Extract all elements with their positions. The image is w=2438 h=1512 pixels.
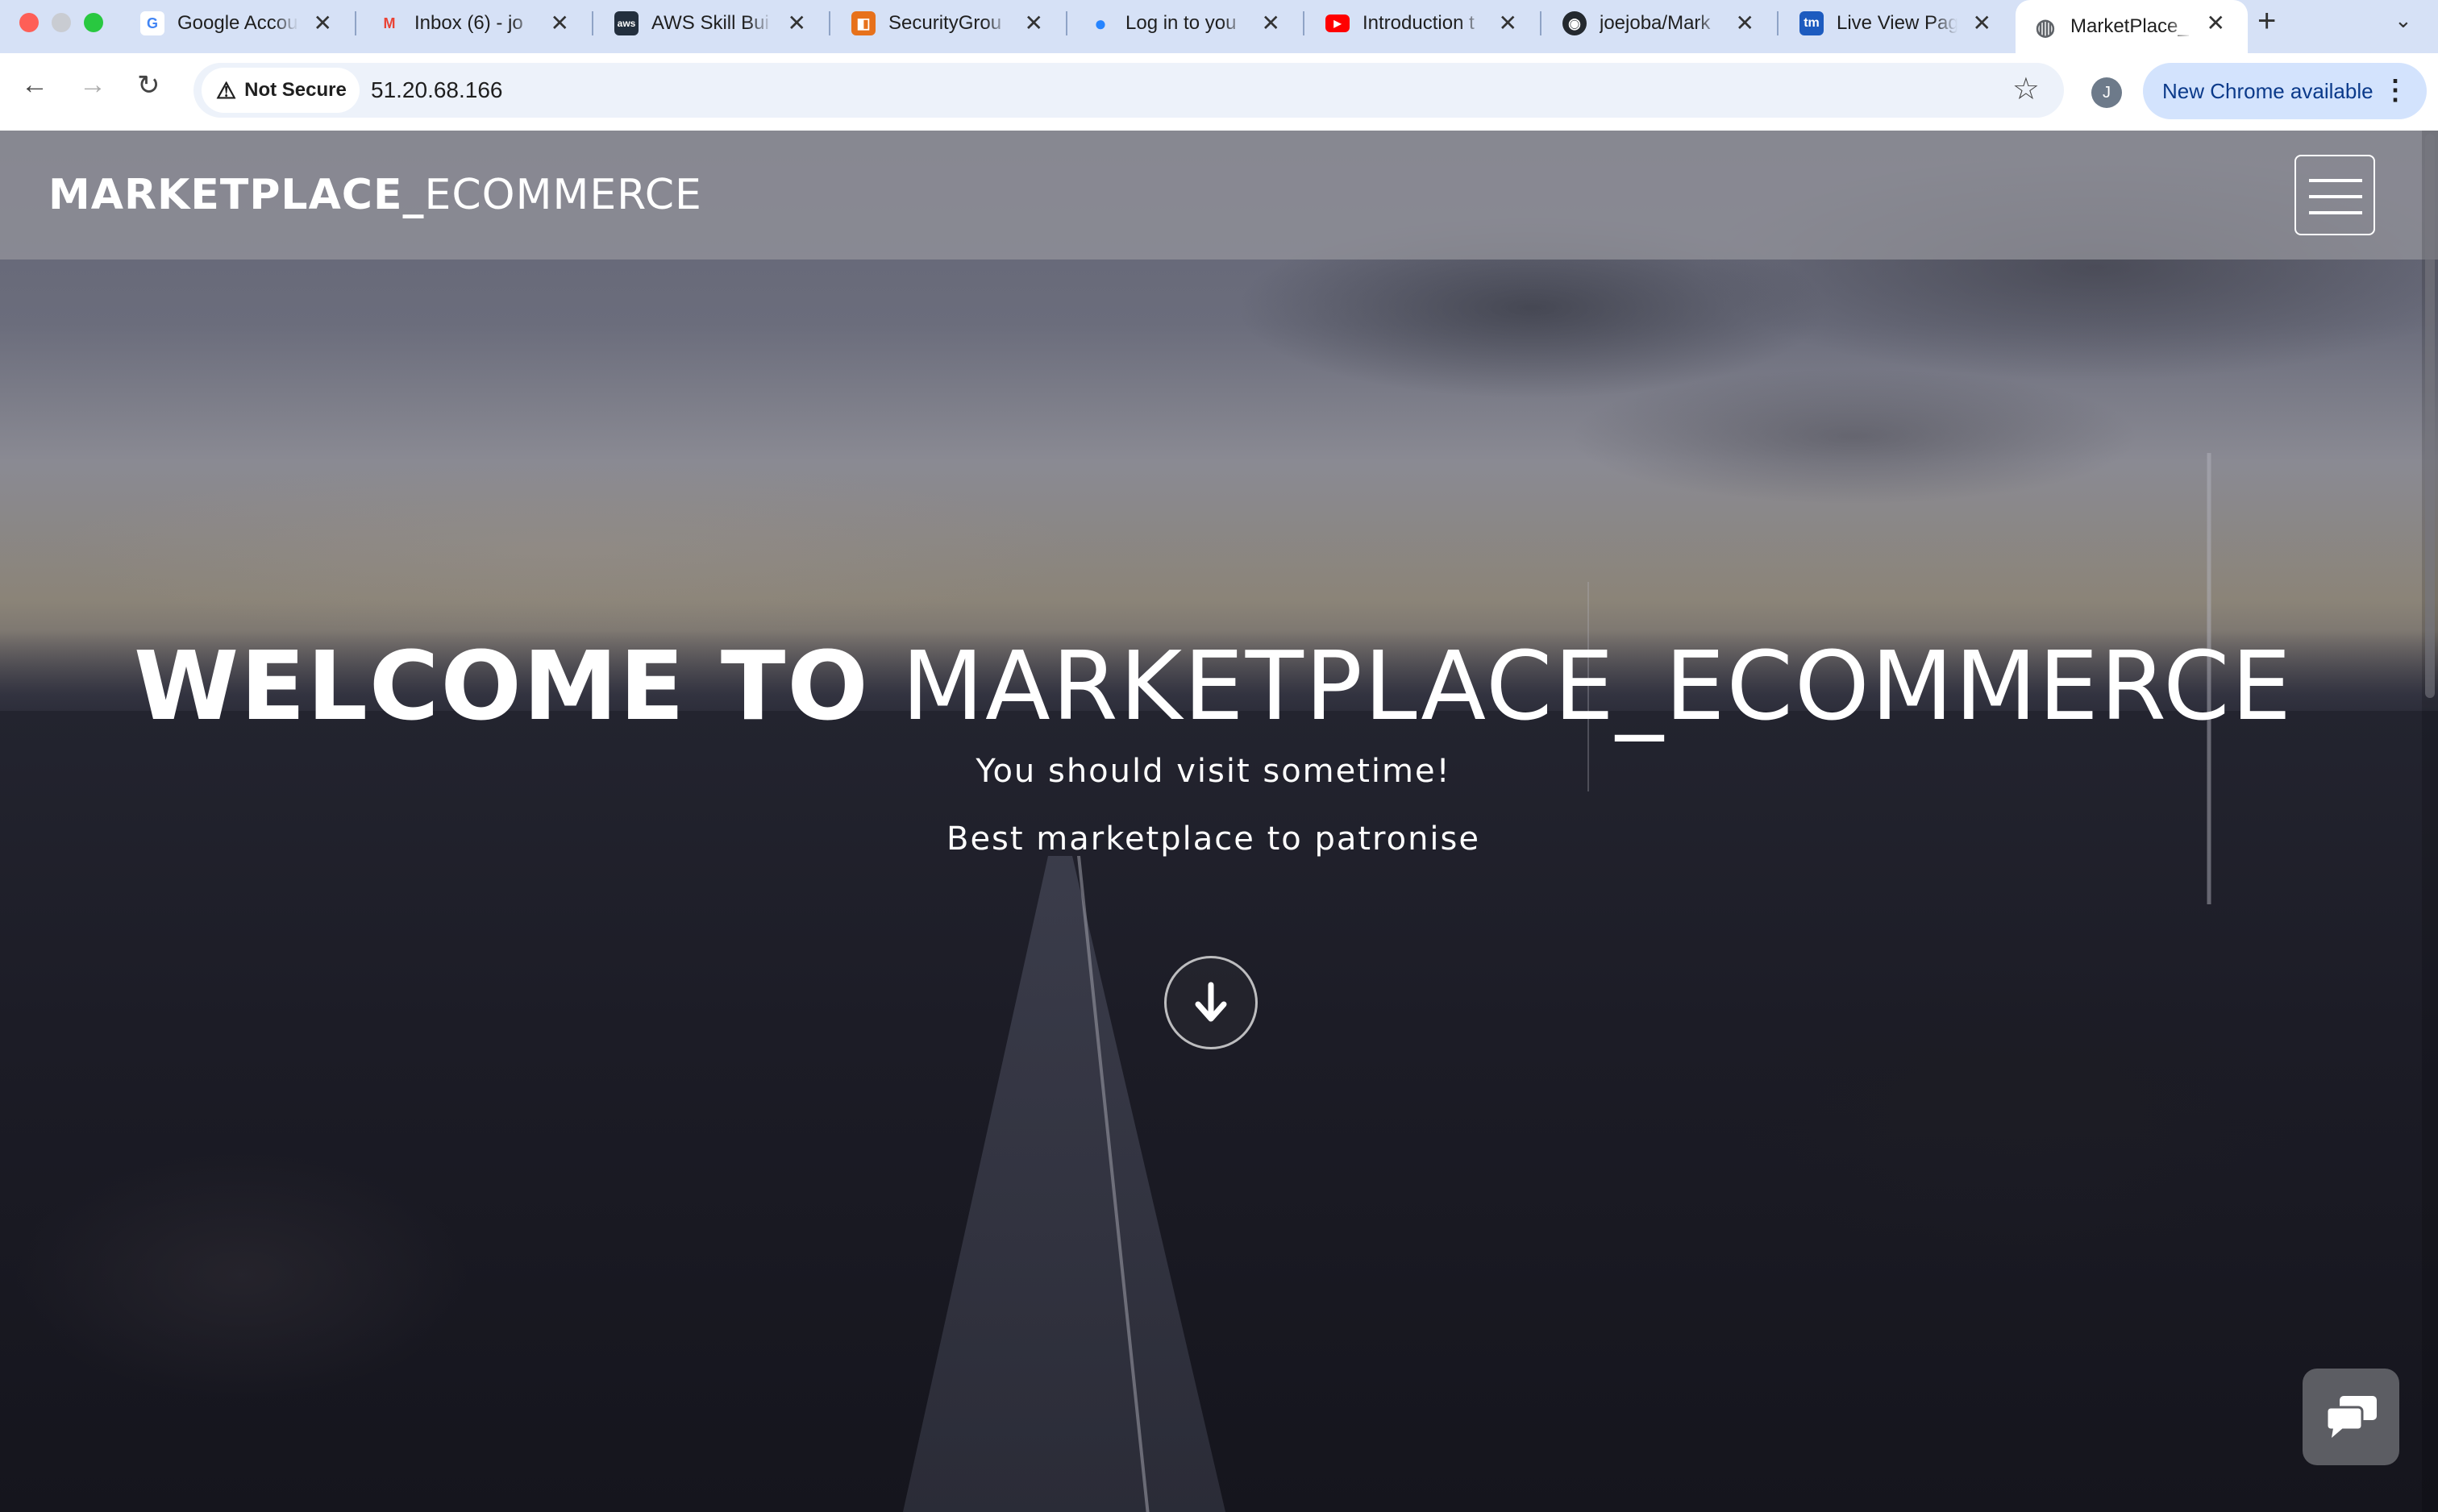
- scroll-down-button[interactable]: [1164, 956, 1258, 1049]
- bookmark-star-icon[interactable]: ☆: [2012, 71, 2040, 107]
- hero-title: WELCOME TO MARKETPLACE_ECOMMERCE: [0, 630, 2427, 741]
- tab-title: AWS Skill Bui: [651, 12, 769, 34]
- chat-widget-button[interactable]: [2303, 1369, 2399, 1465]
- close-tab-icon[interactable]: ✕: [2207, 10, 2225, 36]
- forward-arrow-icon[interactable]: →: [79, 69, 106, 101]
- close-tab-icon[interactable]: ✕: [1736, 10, 1754, 36]
- aws-icon: aws: [614, 11, 639, 35]
- close-tab-icon[interactable]: ✕: [1262, 10, 1280, 36]
- tab-title: Google Accou: [177, 12, 298, 34]
- aws-ec2-icon: ◧: [851, 11, 876, 35]
- hero-tagline: Best marketplace to patronise: [946, 820, 1480, 858]
- browser-tab[interactable]: aws AWS Skill Bui ✕: [597, 0, 830, 47]
- browser-tab[interactable]: ◧ SecurityGrou ✕: [834, 0, 1067, 47]
- window-zoom-button[interactable]: [84, 13, 103, 32]
- globe-icon: ◍: [2035, 14, 2056, 39]
- chrome-update-button[interactable]: New Chrome available ⋮: [2143, 63, 2427, 119]
- hero-subtitle: You should visit sometime!: [976, 753, 1451, 790]
- chat-bubbles-icon: [2325, 1396, 2377, 1438]
- close-tab-icon[interactable]: ✕: [551, 10, 569, 36]
- site-brand-link[interactable]: MARKETPLACE_ECOMMERCE: [48, 171, 702, 219]
- security-label: Not Secure: [244, 79, 347, 101]
- close-tab-icon[interactable]: ✕: [1025, 10, 1043, 36]
- browser-tab[interactable]: M Inbox (6) - jo ✕: [360, 0, 593, 47]
- tab-title: Introduction t: [1363, 12, 1475, 34]
- hero-title-bold: WELCOME TO: [133, 630, 870, 741]
- browser-toolbar: ← → ↻ ⚠ Not Secure 51.20.68.166 ☆ J New …: [0, 53, 2438, 132]
- browser-tab[interactable]: ▶ Introduction t ✕: [1308, 0, 1541, 47]
- url-text[interactable]: 51.20.68.166: [371, 77, 503, 103]
- tab-strip: G Google Accou ✕ M Inbox (6) - jo ✕ aws …: [0, 0, 2438, 53]
- tab-search-chevron-icon[interactable]: ⌄: [2394, 8, 2412, 33]
- new-tab-button[interactable]: +: [2257, 3, 2276, 39]
- gmail-icon: M: [383, 15, 396, 31]
- reload-icon[interactable]: ↻: [137, 69, 160, 102]
- arrow-down-icon: [1195, 982, 1227, 1022]
- window-close-button[interactable]: [19, 13, 39, 32]
- google-icon: G: [140, 11, 164, 35]
- browser-tab[interactable]: tm Live View Pag ✕: [1782, 0, 2014, 47]
- window-minimize-button[interactable]: [52, 13, 71, 32]
- tm-icon: tm: [1799, 11, 1824, 35]
- web-page: MARKETPLACE_ECOMMERCE WELCOME TO MARKETP…: [0, 131, 2438, 1512]
- youtube-icon: ▶: [1325, 15, 1350, 32]
- profile-avatar[interactable]: J: [2091, 77, 2122, 108]
- tab-title: Inbox (6) - jo: [414, 12, 523, 34]
- site-navbar: MARKETPLACE_ECOMMERCE: [0, 131, 2438, 260]
- browser-tab-active[interactable]: ◍ MarketPlace_ ✕: [2016, 0, 2248, 53]
- tab-title: Live View Pag: [1837, 12, 1957, 34]
- tab-title: SecurityGrou: [888, 12, 1002, 34]
- back-arrow-icon[interactable]: ←: [21, 69, 48, 101]
- tab-title: joejoba/Mark: [1600, 12, 1711, 34]
- close-tab-icon[interactable]: ✕: [788, 10, 806, 36]
- hero-title-light: MARKETPLACE_ECOMMERCE: [901, 630, 2294, 741]
- page-scrollbar[interactable]: [2422, 131, 2438, 1512]
- browser-tab[interactable]: ◉ joejoba/Mark ✕: [1545, 0, 1779, 47]
- tab-title: Log in to you: [1125, 12, 1237, 34]
- github-icon: ◉: [1562, 11, 1587, 35]
- update-label: New Chrome available: [2162, 78, 2374, 103]
- scrollbar-thumb[interactable]: [2425, 134, 2435, 698]
- site-security-chip[interactable]: ⚠ Not Secure: [202, 68, 360, 113]
- address-bar[interactable]: ⚠ Not Secure 51.20.68.166 ☆: [193, 63, 2064, 118]
- jira-icon: ●: [1094, 10, 1107, 35]
- brand-light: ECOMMERCE: [424, 171, 702, 219]
- kebab-menu-icon[interactable]: ⋮: [2382, 74, 2409, 106]
- tab-title: MarketPlace_: [2070, 15, 2189, 37]
- browser-tab[interactable]: ● Log in to you ✕: [1071, 0, 1304, 47]
- browser-tab[interactable]: G Google Accou ✕: [123, 0, 356, 47]
- close-tab-icon[interactable]: ✕: [1973, 10, 1991, 36]
- warning-triangle-icon: ⚠: [216, 77, 237, 103]
- close-tab-icon[interactable]: ✕: [314, 10, 332, 36]
- close-tab-icon[interactable]: ✕: [1499, 10, 1517, 36]
- brand-bold: MARKETPLACE_: [48, 171, 425, 219]
- hamburger-menu-icon[interactable]: [2294, 155, 2375, 235]
